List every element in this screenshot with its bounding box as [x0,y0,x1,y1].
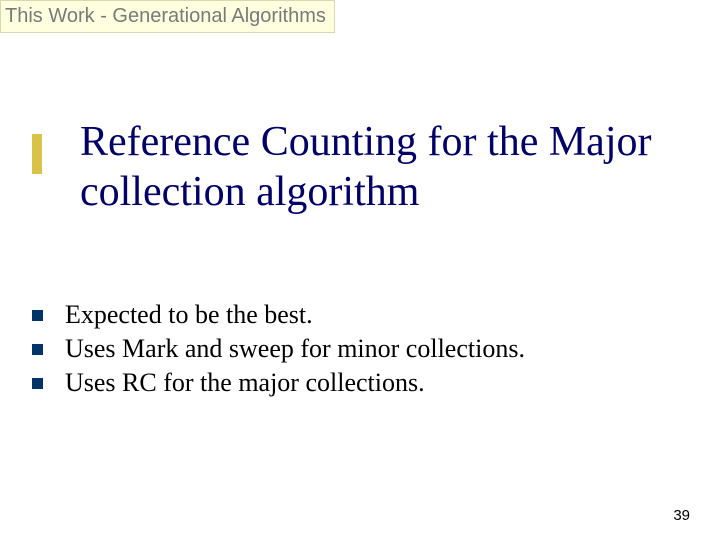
bullet-icon [32,344,43,355]
bullet-text: Expected to be the best. [65,300,313,330]
breadcrumb: This Work - Generational Algorithms [0,0,335,33]
bullet-text: Uses RC for the major collections. [65,368,425,398]
bullet-icon [32,378,43,389]
bullet-icon [32,310,43,321]
list-item: Uses RC for the major collections. [32,368,700,398]
title-block: Reference Counting for the Major collect… [32,118,700,217]
list-item: Expected to be the best. [32,300,700,330]
bullet-text: Uses Mark and sweep for minor collection… [65,334,525,364]
bullet-list: Expected to be the best. Uses Mark and s… [32,300,700,402]
title-accent-bar [32,134,42,174]
page-number: 39 [673,507,690,524]
list-item: Uses Mark and sweep for minor collection… [32,334,700,364]
slide-title: Reference Counting for the Major collect… [80,118,700,217]
